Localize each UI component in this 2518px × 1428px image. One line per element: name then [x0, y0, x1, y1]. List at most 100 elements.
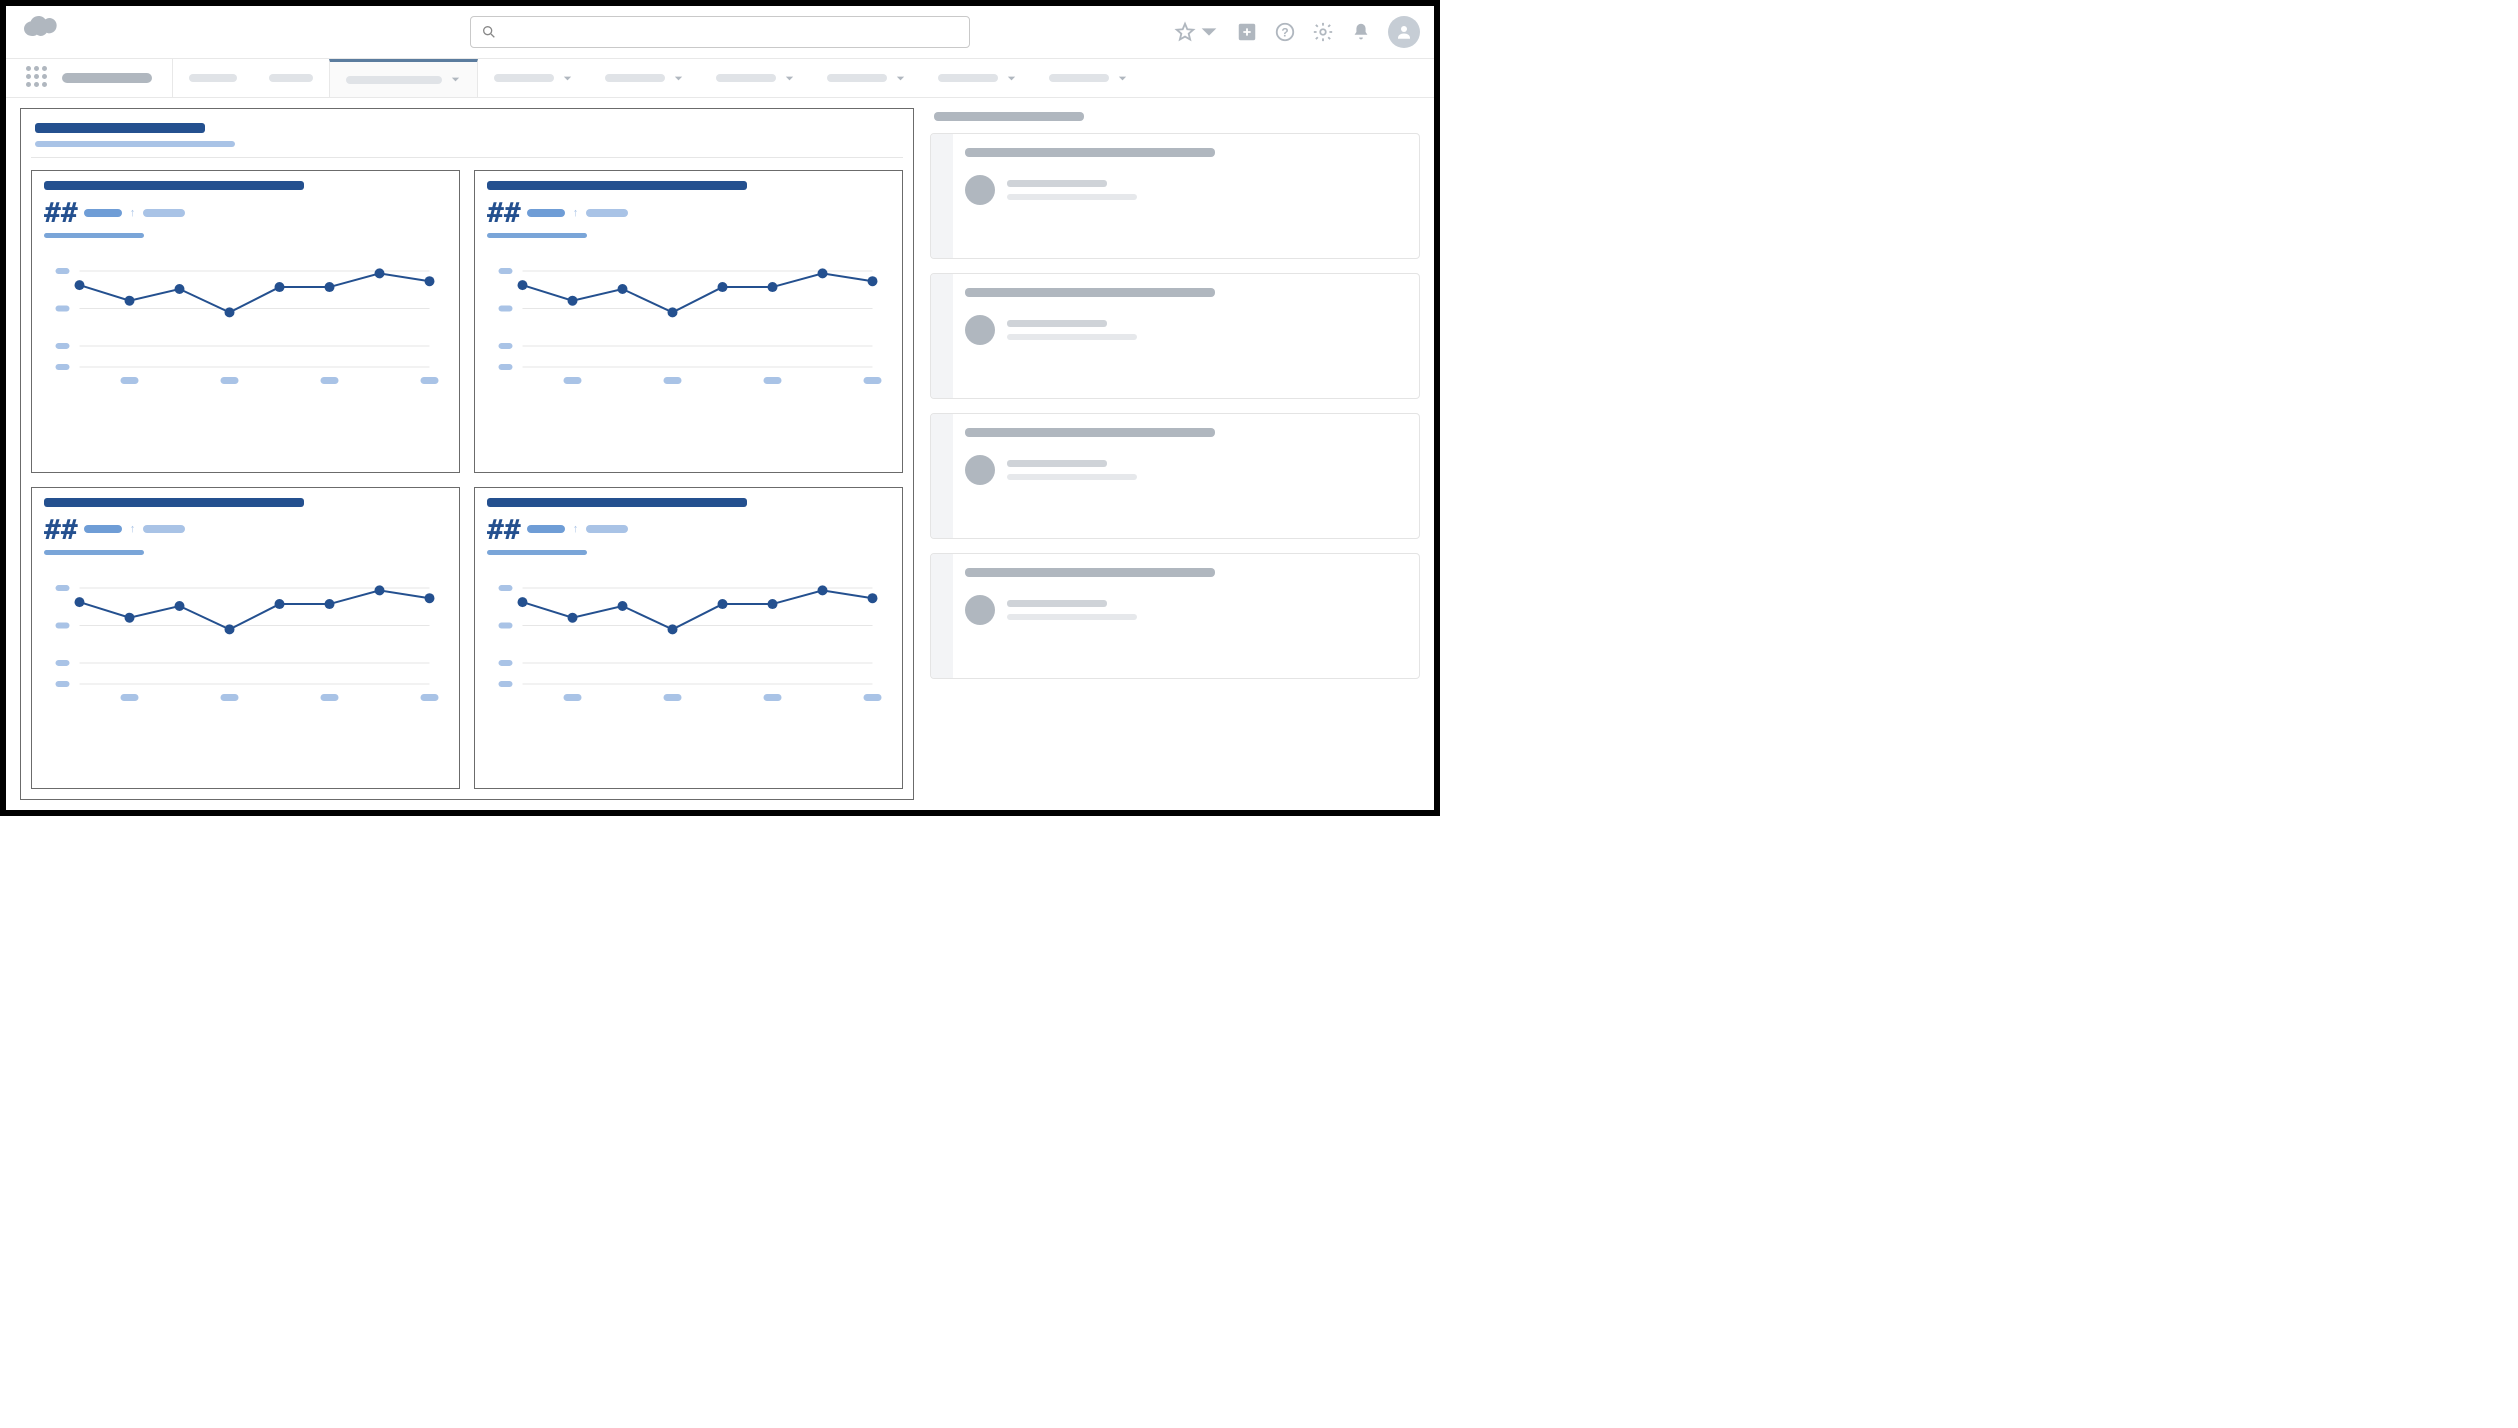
sidebar-card-1[interactable] — [930, 273, 1420, 399]
nav-item-label — [346, 76, 442, 84]
metric-label — [84, 525, 122, 533]
chart-card-3[interactable]: ## ↑ — [474, 487, 903, 790]
chart-card-2[interactable]: ## ↑ — [31, 487, 460, 790]
chart-title — [44, 498, 304, 507]
y-axis-label — [56, 306, 70, 312]
card-title — [965, 428, 1215, 437]
chevron-down-icon — [1198, 21, 1220, 43]
dashboard-panel: ## ↑ ## ↑ ## — [20, 108, 914, 800]
chart-card-0[interactable]: ## ↑ — [31, 170, 460, 473]
metric-label — [84, 209, 122, 217]
card-line-1 — [1007, 460, 1107, 467]
chevron-down-icon — [895, 73, 906, 84]
line-chart — [44, 244, 447, 389]
x-axis-label — [764, 377, 782, 384]
bell-icon[interactable] — [1350, 21, 1372, 43]
y-axis-label — [56, 681, 70, 687]
metric-subtitle — [487, 550, 587, 555]
card-title — [965, 568, 1215, 577]
nav-item-2[interactable] — [329, 59, 478, 97]
card-line-1 — [1007, 320, 1107, 327]
card-tab-strip — [931, 414, 953, 538]
chevron-down-icon — [1006, 73, 1017, 84]
card-line-1 — [1007, 180, 1107, 187]
search-input[interactable] — [503, 25, 959, 40]
x-axis-label — [221, 377, 239, 384]
help-icon[interactable]: ? — [1274, 21, 1296, 43]
salesforce-logo-icon[interactable] — [20, 16, 74, 49]
metric-subtitle — [44, 233, 144, 238]
svg-text:?: ? — [1281, 26, 1288, 40]
global-search[interactable] — [470, 16, 970, 48]
y-axis-label — [56, 268, 70, 274]
metric-label — [527, 525, 565, 533]
y-axis-label — [56, 659, 70, 665]
user-icon — [1395, 23, 1413, 41]
x-axis-label — [564, 377, 582, 384]
trend-up-icon: ↑ — [573, 523, 579, 535]
x-axis-label — [121, 694, 139, 701]
y-axis-label — [499, 622, 513, 628]
metric-row: ## ↑ — [487, 513, 890, 546]
nav-item-1[interactable] — [253, 59, 329, 97]
y-axis-label — [499, 364, 513, 370]
metric-row: ## ↑ — [44, 196, 447, 229]
nav-item-4[interactable] — [589, 59, 700, 97]
chevron-down-icon — [1117, 73, 1128, 84]
x-axis-label — [421, 377, 439, 384]
y-axis-label — [56, 343, 70, 349]
nav-item-3[interactable] — [478, 59, 589, 97]
header-actions: ? — [1174, 16, 1420, 48]
metric-comparison — [586, 525, 628, 533]
y-axis-label — [499, 585, 513, 591]
nav-item-6[interactable] — [811, 59, 922, 97]
chevron-down-icon — [673, 73, 684, 84]
nav-item-label — [827, 74, 887, 82]
global-header: ? — [6, 6, 1434, 58]
metric-value: ## — [487, 513, 521, 546]
metric-subtitle — [44, 550, 144, 555]
nav-item-0[interactable] — [173, 59, 253, 97]
x-axis-label — [221, 694, 239, 701]
chart-title — [44, 181, 304, 190]
dashboard-subtitle — [35, 141, 235, 147]
x-axis-label — [321, 377, 339, 384]
x-axis-label — [664, 694, 682, 701]
avatar[interactable] — [1388, 16, 1420, 48]
sidebar-card-0[interactable] — [930, 133, 1420, 259]
metric-comparison — [143, 209, 185, 217]
nav-item-label — [938, 74, 998, 82]
y-axis-label — [56, 585, 70, 591]
sidebar-card-2[interactable] — [930, 413, 1420, 539]
metric-comparison — [586, 209, 628, 217]
avatar — [965, 175, 995, 205]
chart-card-1[interactable]: ## ↑ — [474, 170, 903, 473]
line-chart — [487, 244, 890, 389]
dashboard-title — [35, 123, 205, 133]
card-title — [965, 148, 1215, 157]
metric-row: ## ↑ — [487, 196, 890, 229]
card-line-2 — [1007, 334, 1137, 340]
chevron-down-icon — [562, 73, 573, 84]
metric-value: ## — [44, 196, 78, 229]
nav-item-label — [189, 74, 237, 82]
line-chart — [44, 561, 447, 706]
favorites-button[interactable] — [1174, 21, 1220, 43]
nav-item-5[interactable] — [700, 59, 811, 97]
search-icon — [481, 24, 497, 40]
add-icon[interactable] — [1236, 21, 1258, 43]
trend-up-icon: ↑ — [573, 207, 579, 219]
nav-item-8[interactable] — [1033, 59, 1144, 97]
y-axis-label — [499, 268, 513, 274]
card-line-2 — [1007, 474, 1137, 480]
gear-icon[interactable] — [1312, 21, 1334, 43]
x-axis-label — [864, 377, 882, 384]
nav-item-label — [605, 74, 665, 82]
x-axis-label — [321, 694, 339, 701]
sidebar-card-3[interactable] — [930, 553, 1420, 679]
nav-item-7[interactable] — [922, 59, 1033, 97]
x-axis-label — [564, 694, 582, 701]
metric-value: ## — [44, 513, 78, 546]
app-launcher-icon[interactable] — [26, 66, 50, 90]
line-chart — [487, 561, 890, 706]
